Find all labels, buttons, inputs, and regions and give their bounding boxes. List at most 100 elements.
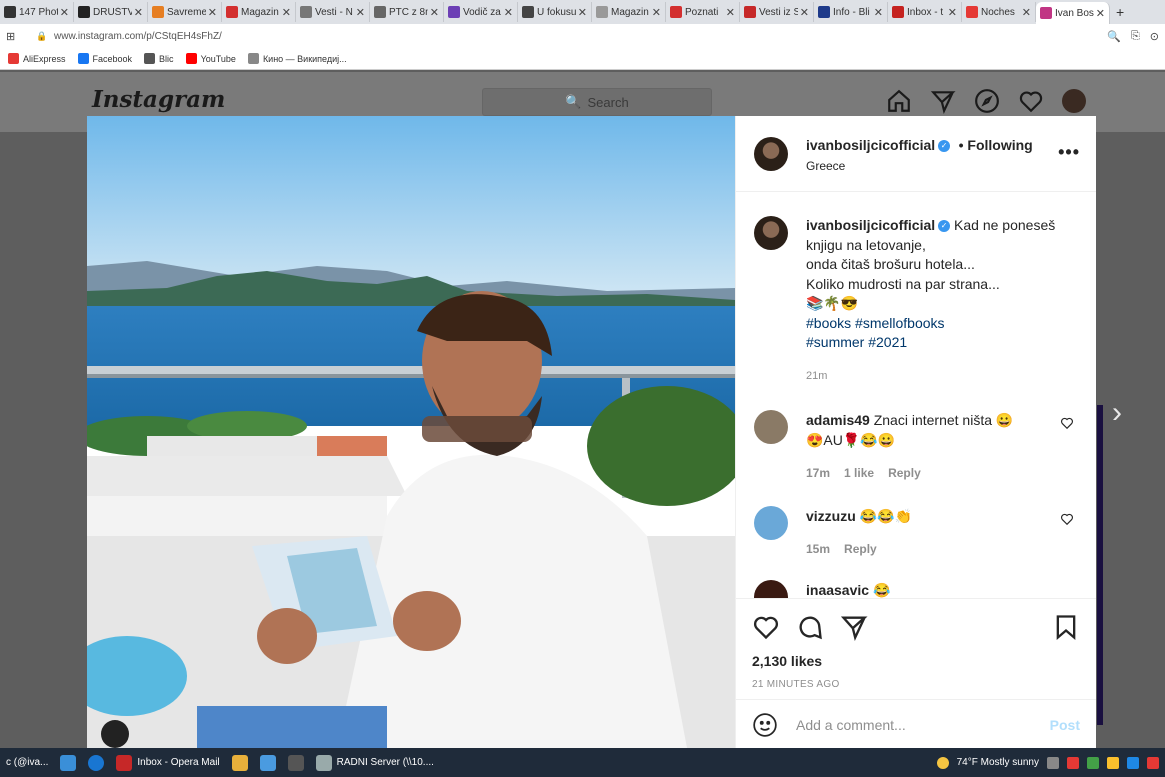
taskbar-app-icon[interactable] xyxy=(82,748,110,777)
tray-icon[interactable] xyxy=(1087,756,1099,769)
close-tab-icon[interactable]: ✕ xyxy=(578,6,587,19)
comment-likes[interactable]: 1 like xyxy=(844,466,874,480)
post-timestamp[interactable]: 21 MINUTES AGO xyxy=(752,679,840,690)
bookmark-item[interactable]: AliExpress xyxy=(8,53,66,64)
like-icon[interactable] xyxy=(752,613,780,641)
share-icon[interactable] xyxy=(840,613,868,641)
direct-icon[interactable] xyxy=(930,88,956,114)
browser-tab[interactable]: Savreme ✕ xyxy=(148,2,222,22)
taskbar-app-icon[interactable] xyxy=(226,748,254,777)
browser-tab[interactable]: Noches ✕ xyxy=(962,2,1036,22)
hashtags[interactable]: #summer #2021 xyxy=(806,334,907,350)
close-tab-icon[interactable]: ✕ xyxy=(948,6,957,19)
new-tab-button[interactable]: + xyxy=(1110,4,1130,20)
browser-tab[interactable]: Vesti iz S ✕ xyxy=(740,2,814,22)
search-icon[interactable]: 🔍 xyxy=(1107,30,1121,43)
commenter-avatar[interactable] xyxy=(754,580,788,598)
author-username[interactable]: ivanbosiljcicofficial xyxy=(806,137,935,153)
following-button[interactable]: • Following xyxy=(959,137,1033,153)
close-tab-icon[interactable]: ✕ xyxy=(800,6,809,19)
comment-time[interactable]: 15m xyxy=(806,542,830,556)
emoji-icon[interactable] xyxy=(752,712,778,738)
heart-icon[interactable] xyxy=(1018,88,1044,114)
browser-tab[interactable]: Vodič za ✕ xyxy=(444,2,518,22)
browser-tab[interactable]: PTC z 8m✕ xyxy=(370,2,444,22)
explore-icon[interactable] xyxy=(974,88,1000,114)
tray-icon[interactable] xyxy=(1107,756,1119,769)
taskbar-item-instagram[interactable]: c (@iva... xyxy=(0,748,54,777)
author-avatar[interactable] xyxy=(754,137,788,171)
comment-like-icon[interactable] xyxy=(1060,512,1074,526)
comment-username[interactable]: vizzuzu xyxy=(806,508,856,524)
caption-username[interactable]: ivanbosiljcicofficial xyxy=(806,217,935,233)
comment-username[interactable]: adamis49 xyxy=(806,412,870,428)
caption-avatar[interactable] xyxy=(754,216,788,250)
close-tab-icon[interactable]: ✕ xyxy=(1096,7,1105,20)
bookmark-item[interactable]: Facebook xyxy=(77,53,132,64)
caption-line: Kad ne poneseš xyxy=(954,217,1056,233)
post-photo[interactable] xyxy=(87,116,735,748)
close-tab-icon[interactable]: ✕ xyxy=(356,6,365,19)
close-tab-icon[interactable]: ✕ xyxy=(208,6,217,19)
comment-username[interactable]: inaasavic xyxy=(806,582,869,598)
hashtags[interactable]: #books #smellofbooks xyxy=(806,315,945,331)
bookmark-item[interactable]: Blic xyxy=(144,53,174,64)
search-input[interactable]: 🔍 Search xyxy=(482,88,712,116)
post-location[interactable]: Greece xyxy=(806,159,1033,173)
next-post-arrow[interactable]: › xyxy=(1112,396,1122,430)
url-text[interactable]: www.instagram.com/p/CStqEH4sFhZ/ xyxy=(54,31,222,42)
close-tab-icon[interactable]: ✕ xyxy=(134,6,143,19)
close-tab-icon[interactable]: ✕ xyxy=(726,6,735,19)
reply-button[interactable]: Reply xyxy=(888,466,921,480)
profile-avatar[interactable] xyxy=(1062,89,1086,113)
post-comment-button[interactable]: Post xyxy=(1050,717,1080,733)
close-tab-icon[interactable]: ✕ xyxy=(282,6,291,19)
close-tab-icon[interactable]: ✕ xyxy=(504,6,513,19)
tray-icon[interactable] xyxy=(1047,756,1059,769)
weather-text[interactable]: 74°F Mostly sunny xyxy=(957,757,1039,768)
grid-icon[interactable]: ⊞ xyxy=(6,30,15,43)
browser-tab[interactable]: Poznati ✕ xyxy=(666,2,740,22)
commenter-avatar[interactable] xyxy=(754,410,788,444)
comment-like-icon[interactable] xyxy=(1060,416,1074,430)
tray-icon[interactable] xyxy=(1067,756,1079,769)
bookmark-item[interactable]: Кино — Википедиј... xyxy=(247,53,347,64)
close-tab-icon[interactable]: ✕ xyxy=(652,6,661,19)
browser-tab[interactable]: U fokusu ✕ xyxy=(518,2,592,22)
bookmark-icon[interactable] xyxy=(1052,613,1080,641)
browser-tab[interactable]: Magazin ✕ xyxy=(222,2,296,22)
likes-count[interactable]: 2,130 likes xyxy=(752,653,822,669)
taskbar-item-opera-mail[interactable]: Inbox - Opera Mail xyxy=(110,748,225,777)
instagram-logo[interactable]: Instagram xyxy=(92,86,225,113)
reply-button[interactable]: Reply xyxy=(844,542,877,556)
comment-icon[interactable] xyxy=(796,613,824,641)
browser-tab[interactable]: Inbox - t ✕ xyxy=(888,2,962,22)
close-tab-icon[interactable]: ✕ xyxy=(874,6,883,19)
close-tab-icon[interactable]: ✕ xyxy=(1022,6,1031,19)
more-options-icon[interactable]: ••• xyxy=(1058,142,1080,163)
taskbar-app-icon[interactable] xyxy=(254,748,282,777)
comment-time[interactable]: 17m xyxy=(806,466,830,480)
camera-icon[interactable]: ⊙ xyxy=(1150,30,1159,43)
bookmark-item[interactable]: YouTube xyxy=(185,53,236,64)
home-icon[interactable] xyxy=(886,88,912,114)
share-icon[interactable]: ⎘ xyxy=(1131,30,1140,43)
tray-icon[interactable] xyxy=(1147,756,1159,769)
taskbar-app-icon[interactable] xyxy=(282,748,310,777)
taskbar-app-icon[interactable] xyxy=(54,748,82,777)
address-bar[interactable]: ⊞ 🔒 www.instagram.com/p/CStqEH4sFhZ/ 🔍 ⎘… xyxy=(0,24,1165,48)
close-tab-icon[interactable]: ✕ xyxy=(60,6,69,19)
commenter-avatar[interactable] xyxy=(754,506,788,540)
comment-input[interactable]: Add a comment... xyxy=(796,717,906,733)
close-tab-icon[interactable]: ✕ xyxy=(430,6,439,19)
browser-tab[interactable]: 147 Phot ✕ xyxy=(0,2,74,22)
tab-favicon-icon xyxy=(522,6,534,18)
taskbar-item-radni-server[interactable]: RADNI Server (\\10.... xyxy=(310,748,440,777)
browser-tab[interactable]: Vesti - N ✕ xyxy=(296,2,370,22)
browser-tab[interactable]: Magazin ✕ xyxy=(592,2,666,22)
browser-tab[interactable]: DRUŠTV ✕ xyxy=(74,2,148,22)
browser-tab[interactable]: Ivan Bosi ✕ xyxy=(1036,2,1110,24)
tray-icon[interactable] xyxy=(1127,756,1139,769)
caption-time[interactable]: 21m xyxy=(806,367,1066,387)
browser-tab[interactable]: Info - Bli ✕ xyxy=(814,2,888,22)
